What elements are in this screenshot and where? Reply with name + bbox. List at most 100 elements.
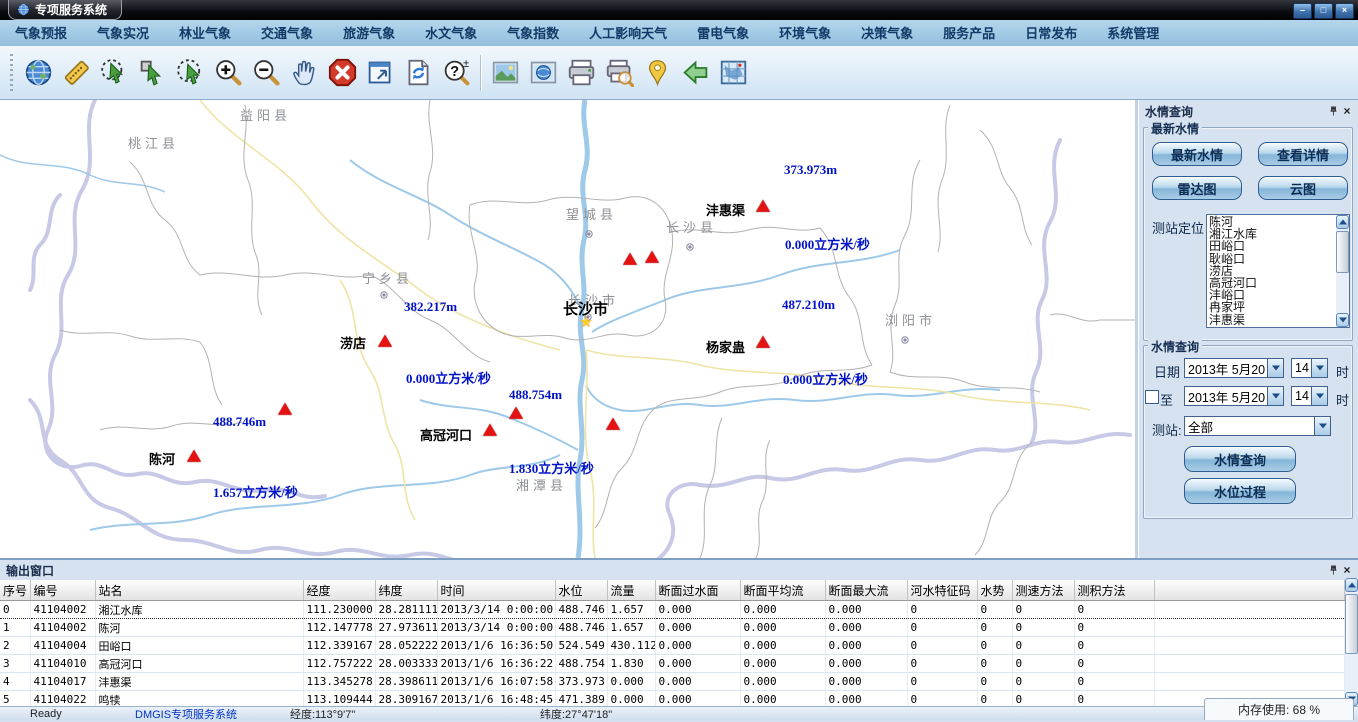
close-button[interactable]: ×: [1335, 3, 1354, 19]
station-marker-icon[interactable]: [483, 424, 497, 436]
table-row[interactable]: 341104010高冠河口112.75722228.0033332013/1/6…: [0, 655, 1345, 673]
column-header[interactable]: 测积方法: [1074, 580, 1154, 601]
overview-map-button[interactable]: [714, 53, 752, 93]
zoom-out-button[interactable]: [247, 53, 285, 93]
station-marker-icon[interactable]: [606, 418, 620, 430]
station-marker-icon[interactable]: [756, 336, 770, 348]
column-header[interactable]: 水位: [555, 580, 607, 601]
scroll-down-icon[interactable]: [1336, 313, 1349, 327]
zoom-in-button[interactable]: [209, 53, 247, 93]
menu-item-1[interactable]: 气象预报: [0, 21, 82, 46]
list-item[interactable]: 沣惠渠: [1209, 314, 1335, 326]
menu-item-9[interactable]: 雷电气象: [682, 21, 764, 46]
identify-button[interactable]: ?±: [437, 53, 475, 93]
map-image-button[interactable]: [524, 53, 562, 93]
scroll-up-icon[interactable]: [1345, 578, 1358, 592]
list-item[interactable]: 田峪口: [1209, 240, 1335, 252]
table-row[interactable]: 241104004田峪口112.33916728.0522222013/1/6 …: [0, 637, 1345, 655]
print-preview-button[interactable]: [600, 53, 638, 93]
station-select[interactable]: 全部: [1184, 416, 1331, 436]
menu-item-6[interactable]: 水文气象: [410, 21, 492, 46]
table-row[interactable]: 541104022鸣犊113.10944428.3091672013/1/6 1…: [0, 691, 1345, 707]
water-level-button[interactable]: 水位过程: [1184, 478, 1296, 504]
globe-button[interactable]: [19, 53, 57, 93]
deselect-features-button[interactable]: [171, 53, 209, 93]
station-marker-icon[interactable]: [509, 407, 523, 419]
column-header[interactable]: 时间: [437, 580, 555, 601]
scroll-up-icon[interactable]: [1336, 215, 1349, 229]
chevron-down-icon[interactable]: [1311, 387, 1327, 405]
table-row[interactable]: 141104002陈河112.14777827.9736112013/3/14 …: [0, 619, 1345, 637]
menu-item-5[interactable]: 旅游气象: [328, 21, 410, 46]
hour-to-select[interactable]: 14: [1291, 386, 1328, 406]
date-to-select[interactable]: 2013年 5月20日: [1184, 386, 1284, 406]
app-tab[interactable]: 专项服务系统: [8, 0, 122, 20]
stop-button[interactable]: [323, 53, 361, 93]
output-table[interactable]: 序号编号站名经度纬度时间水位流量断面过水面断面平均流断面最大流河水特征码水势测速…: [0, 580, 1345, 706]
column-header[interactable]: 经度: [303, 580, 375, 601]
menu-item-4[interactable]: 交通气象: [246, 21, 328, 46]
menu-item-2[interactable]: 气象实况: [82, 21, 164, 46]
toolbar-grip[interactable]: [10, 54, 13, 92]
select-arrow-button[interactable]: [133, 53, 171, 93]
column-header[interactable]: 序号: [0, 580, 30, 601]
chevron-down-icon[interactable]: [1311, 359, 1327, 377]
column-header[interactable]: 站名: [95, 580, 303, 601]
list-item[interactable]: 冉家坪: [1209, 301, 1335, 313]
column-header[interactable]: 断面过水面: [655, 580, 740, 601]
column-header[interactable]: 流量: [607, 580, 655, 601]
menu-item-7[interactable]: 气象指数: [492, 21, 574, 46]
view-details-button[interactable]: 查看详情: [1258, 142, 1348, 166]
latest-water-button[interactable]: 最新水情: [1152, 142, 1242, 166]
cloud-chart-button[interactable]: 云图: [1258, 176, 1348, 200]
water-query-button[interactable]: 水情查询: [1184, 446, 1296, 472]
station-list-scrollbar[interactable]: [1336, 215, 1349, 327]
table-row[interactable]: 441104017沣惠渠113.34527828.3986112013/1/6 …: [0, 673, 1345, 691]
select-features-button[interactable]: [95, 53, 133, 93]
maximize-button[interactable]: □: [1314, 3, 1333, 19]
station-listbox[interactable]: 陈河湘江水库田峪口耿峪口涝店高冠河口沣峪口冉家坪沣惠渠: [1206, 214, 1350, 328]
locate-pin-button[interactable]: [638, 53, 676, 93]
station-marker-icon[interactable]: [623, 253, 637, 265]
table-scrollbar[interactable]: [1345, 578, 1358, 706]
chevron-down-icon[interactable]: [1267, 359, 1283, 377]
new-window-button[interactable]: [361, 53, 399, 93]
image-export-button[interactable]: [486, 53, 524, 93]
table-row[interactable]: 041104002湘江水库111.23000028.2811112013/3/1…: [0, 601, 1345, 619]
chevron-down-icon[interactable]: [1314, 417, 1330, 435]
column-header[interactable]: 断面最大流: [825, 580, 907, 601]
column-header[interactable]: 纬度: [375, 580, 437, 601]
column-header[interactable]: 测速方法: [1012, 580, 1074, 601]
list-item[interactable]: 耿峪口: [1209, 253, 1335, 265]
column-header[interactable]: 水势: [977, 580, 1012, 601]
station-marker-icon[interactable]: [756, 200, 770, 212]
station-marker-icon[interactable]: [645, 251, 659, 263]
menu-item-14[interactable]: 系统管理: [1092, 21, 1174, 46]
menu-item-8[interactable]: 人工影响天气: [574, 21, 682, 46]
menu-item-10[interactable]: 环境气象: [764, 21, 846, 46]
measure-ruler-button[interactable]: [57, 53, 95, 93]
menu-item-3[interactable]: 林业气象: [164, 21, 246, 46]
close-panel-icon[interactable]: ×: [1340, 104, 1354, 118]
pin-icon[interactable]: [1326, 104, 1340, 118]
refresh-button[interactable]: [399, 53, 437, 93]
column-header[interactable]: 断面平均流: [740, 580, 825, 601]
menu-item-13[interactable]: 日常发布: [1010, 21, 1092, 46]
to-date-checkbox[interactable]: [1145, 390, 1159, 404]
menu-item-11[interactable]: 决策气象: [846, 21, 928, 46]
column-header[interactable]: 河水特征码: [907, 580, 977, 601]
station-marker-icon[interactable]: [187, 450, 201, 462]
pin-icon[interactable]: [1326, 563, 1340, 577]
close-output-icon[interactable]: ×: [1340, 563, 1354, 577]
menu-item-12[interactable]: 服务产品: [928, 21, 1010, 46]
date-from-select[interactable]: 2013年 5月20日: [1184, 358, 1284, 378]
station-marker-icon[interactable]: [378, 335, 392, 347]
print-button[interactable]: [562, 53, 600, 93]
pan-hand-button[interactable]: [285, 53, 323, 93]
minimize-button[interactable]: –: [1293, 3, 1312, 19]
station-marker-icon[interactable]: [278, 403, 292, 415]
radar-chart-button[interactable]: 雷达图: [1152, 176, 1242, 200]
column-header[interactable]: 编号: [30, 580, 95, 601]
map-canvas[interactable]: 益阳县桃江县宁乡县望城县长沙县长沙市浏阳市湘潭县沣惠渠长沙市涝店杨家蛊高冠河口陈…: [0, 100, 1135, 558]
back-arrow-button[interactable]: [676, 53, 714, 93]
